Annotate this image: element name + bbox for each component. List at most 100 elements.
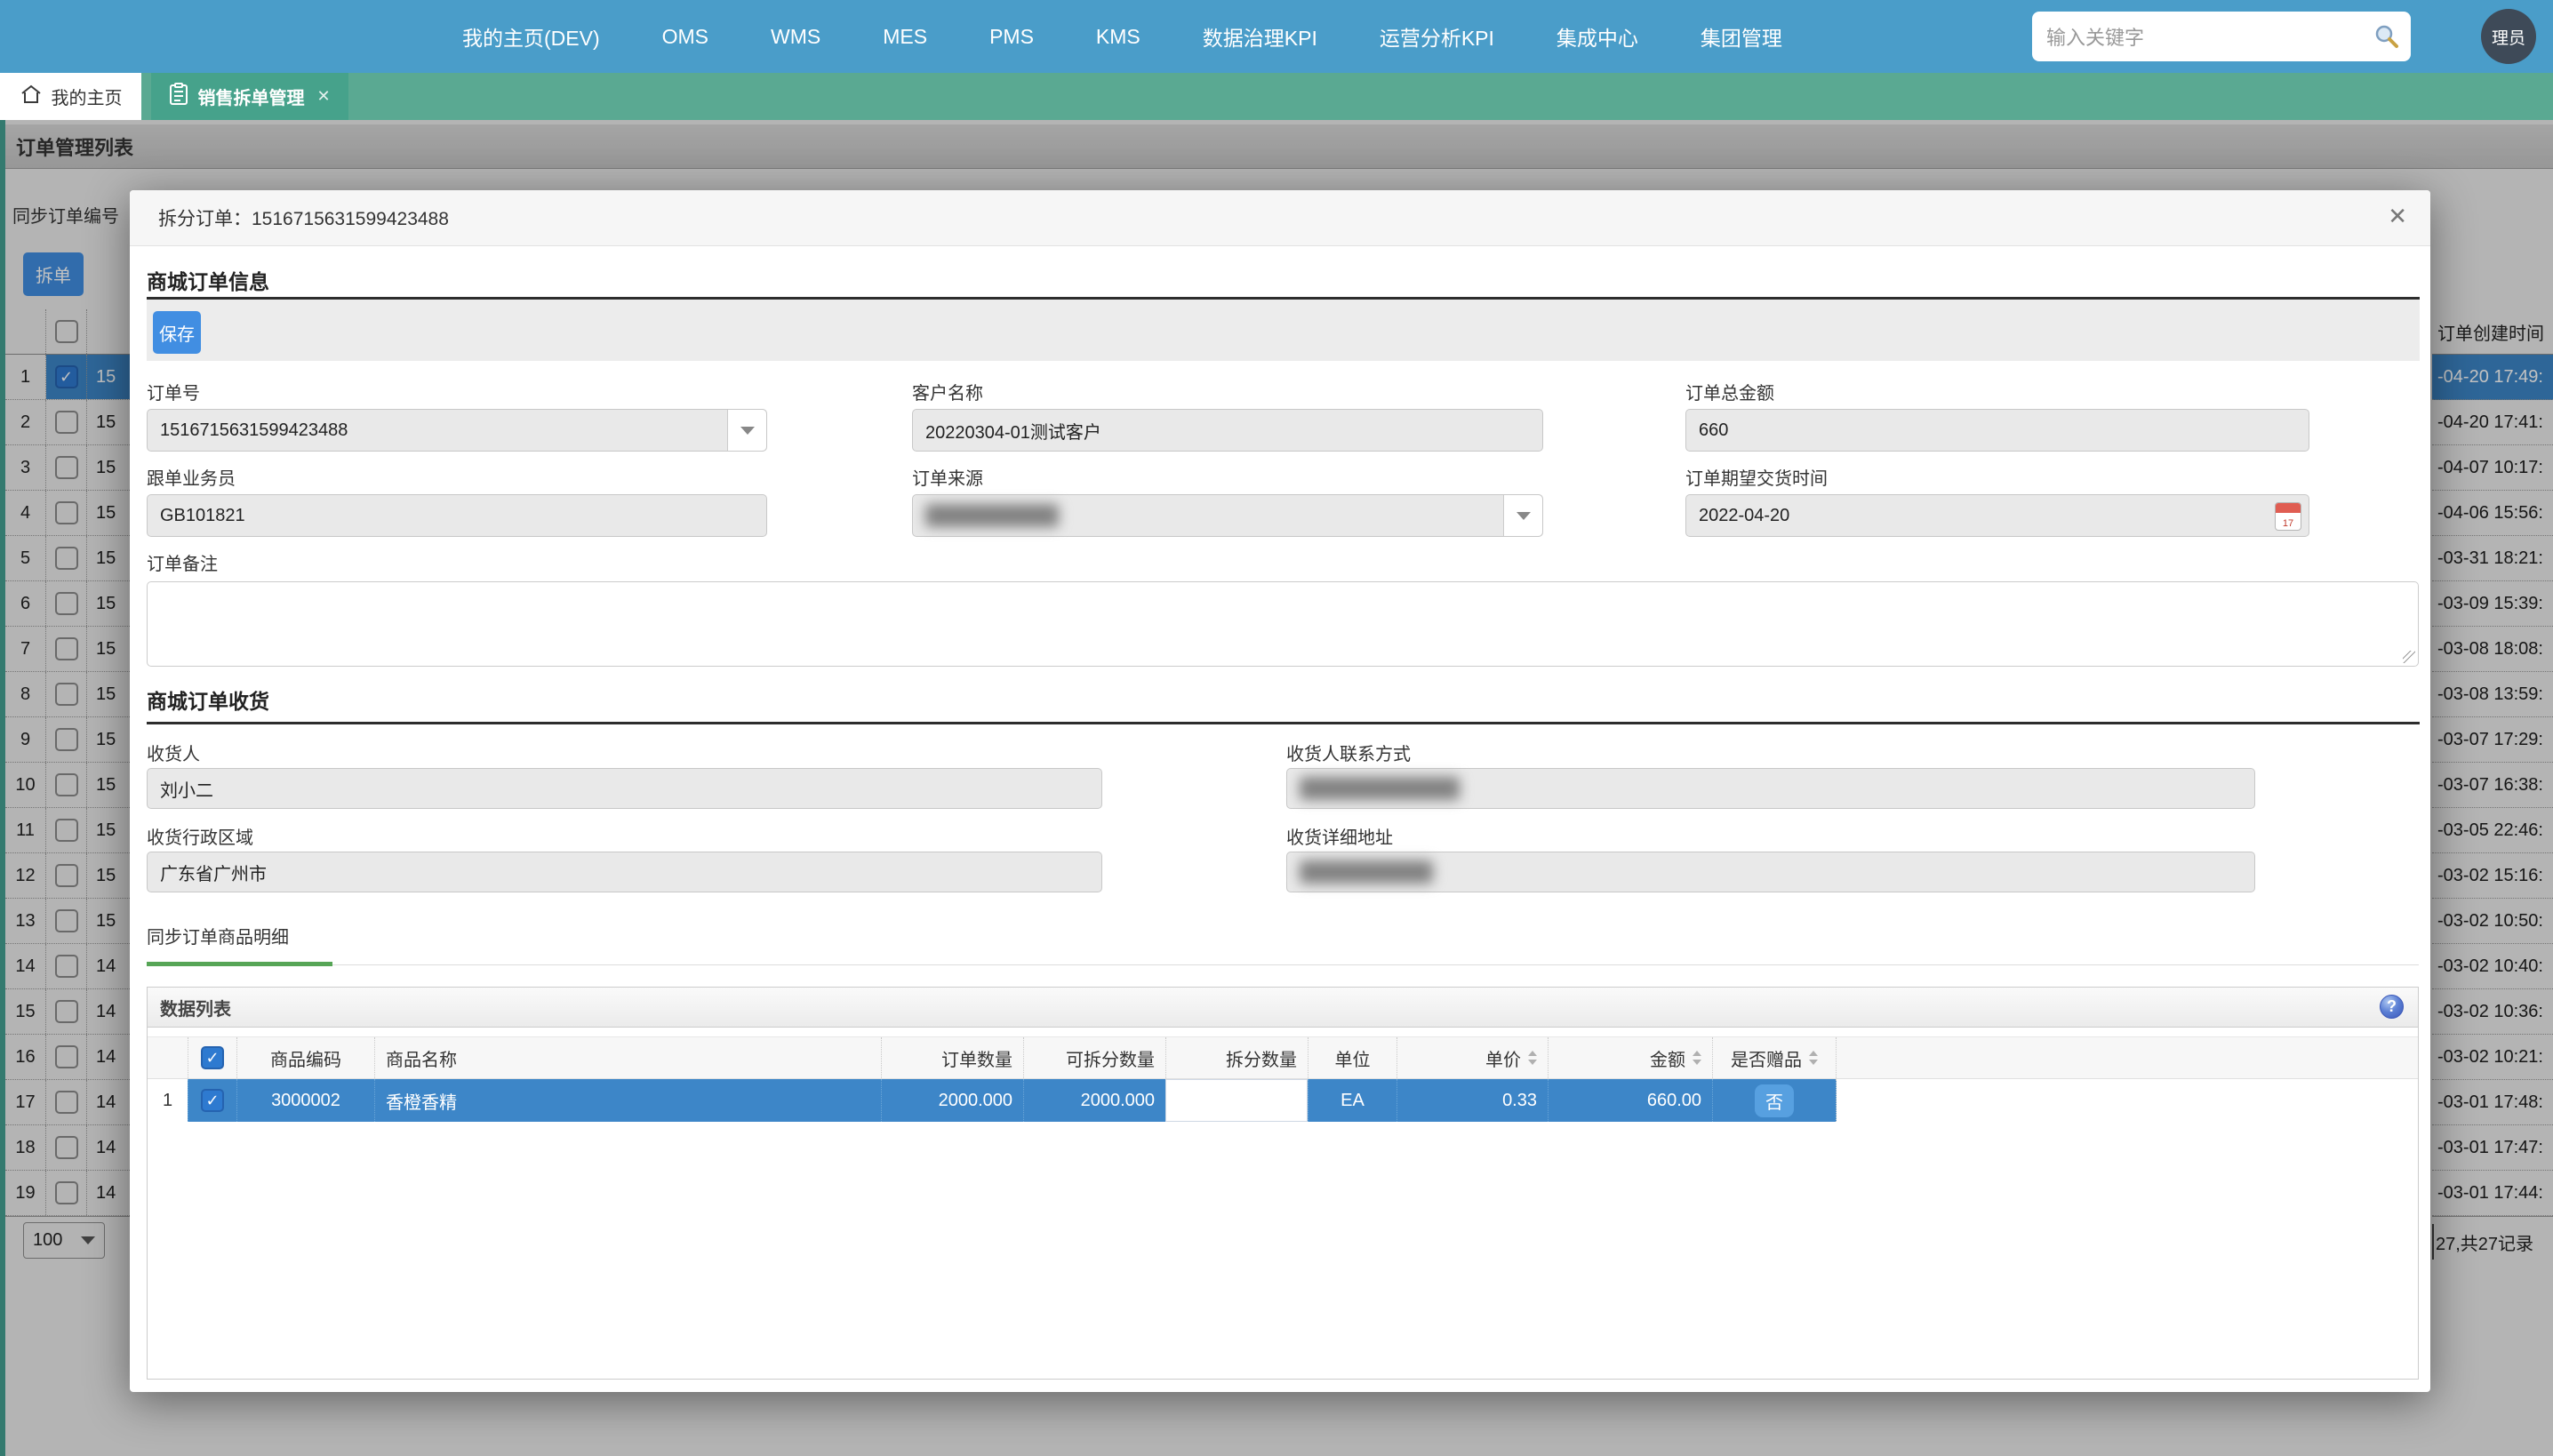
sort-icon[interactable]	[1693, 1051, 1701, 1065]
modal-close-icon[interactable]: ✕	[2388, 203, 2407, 230]
expected-delivery-field[interactable]: 2022-04-20	[1685, 494, 2309, 537]
items-table-header-row: ✓ 商品编码 商品名称 订单数量 可拆分数量拆分数量 单位 单价 金额是否赠品	[148, 1036, 2418, 1079]
customer-label: 客户名称	[912, 379, 983, 404]
chevron-down-icon[interactable]	[727, 410, 766, 451]
column-header[interactable]: 拆分数量	[1165, 1037, 1308, 1078]
sort-up-icon	[1693, 1051, 1701, 1056]
address-field[interactable]	[1286, 852, 2255, 892]
column-header-label: 单价	[1485, 1045, 1521, 1071]
section-shipping-title: 商城订单收货	[147, 684, 269, 715]
order-qty: 2000.000	[881, 1079, 1023, 1122]
is-gift: 否	[1712, 1079, 1837, 1122]
save-button[interactable]: 保存	[153, 311, 201, 354]
salesman-field[interactable]: GB101821	[147, 494, 767, 537]
select-all-checkbox[interactable]: ✓	[201, 1046, 224, 1069]
order-qty-value: 2000.000	[939, 1091, 1012, 1111]
chevron-down-icon[interactable]	[1503, 495, 1542, 536]
nav-item[interactable]: 我的主页(DEV)	[462, 21, 600, 52]
search-input[interactable]: 输入关键字	[2032, 22, 2373, 51]
panel-help[interactable]: ?	[2380, 995, 2404, 1019]
sort-down-icon	[1528, 1060, 1537, 1065]
row-checkbox-cell[interactable]: ✓	[188, 1079, 236, 1122]
receiver-label: 收货人	[147, 740, 200, 765]
expected-delivery-value: 2022-04-20	[1699, 506, 1789, 526]
split-qty-input[interactable]	[1165, 1079, 1308, 1122]
data-list-panel: 数据列表 ? ✓商品编码商品名称订单数量可拆分数量拆分数量单位单价金额是否赠品1…	[147, 987, 2419, 1380]
column-header[interactable]: 可拆分数量	[1023, 1037, 1165, 1078]
nav-item[interactable]: KMS	[1096, 25, 1140, 49]
tab-bar: 我的主页 销售拆单管理 ✕	[0, 73, 2553, 120]
tab-sync-order-detail[interactable]: 同步订单商品明细	[147, 923, 289, 948]
order-source-redacted-value	[925, 504, 1059, 527]
top-nav: 我的主页(DEV) OMS WMS MES PMS KMS 数据治理KPI 运营分析KPI 集成…	[0, 0, 2553, 73]
row-checkbox[interactable]: ✓	[201, 1089, 224, 1112]
column-header[interactable]: 订单数量	[881, 1037, 1023, 1078]
nav-item[interactable]: OMS	[662, 25, 708, 49]
total-amount-field[interactable]: 660	[1685, 409, 2309, 452]
resize-grip-icon[interactable]	[2403, 651, 2415, 663]
column-header-label: 单位	[1335, 1045, 1371, 1071]
product-code: 3000002	[236, 1079, 374, 1122]
document-icon	[169, 83, 188, 111]
column-header[interactable]: 单位	[1308, 1037, 1397, 1078]
column-header[interactable]: 是否赠品	[1712, 1037, 1837, 1078]
receiver-value: 刘小二	[160, 776, 213, 802]
remark-textarea[interactable]	[147, 581, 2419, 667]
column-header-label: 是否赠品	[1731, 1045, 1802, 1071]
avatar[interactable]: 理员	[2481, 9, 2536, 64]
sort-icon[interactable]	[1528, 1051, 1537, 1065]
column-header[interactable]: 金额	[1548, 1037, 1712, 1078]
total-amount-value: 660	[1699, 420, 1728, 441]
search-icon[interactable]	[2373, 23, 2400, 50]
nav-item[interactable]: PMS	[989, 25, 1034, 49]
active-tab-underline	[147, 962, 332, 966]
receiver-field[interactable]: 刘小二	[147, 768, 1102, 809]
column-header[interactable]: 单价	[1397, 1037, 1548, 1078]
column-header-label: 商品名称	[386, 1045, 457, 1071]
tab-divider	[147, 964, 2419, 965]
row-number-header	[148, 1037, 188, 1078]
amount: 660.00	[1548, 1079, 1712, 1122]
column-header[interactable]: 商品编码	[236, 1037, 374, 1078]
table-row[interactable]: 1✓3000002香橙香精2000.0002000.000EA0.33660.0…	[148, 1079, 2418, 1122]
nav-item[interactable]: 集团管理	[1701, 21, 1782, 52]
customer-field[interactable]: 20220304-01测试客户	[912, 409, 1543, 452]
region-field[interactable]: 广东省广州市	[147, 852, 1102, 892]
close-tab-icon[interactable]: ✕	[316, 87, 330, 106]
address-label: 收货详细地址	[1286, 823, 1393, 849]
nav-item[interactable]: WMS	[771, 25, 820, 49]
amount-value: 660.00	[1647, 1091, 1701, 1111]
total-amount-label: 订单总金额	[1685, 379, 1774, 404]
tab-label: 我的主页	[52, 84, 123, 109]
sort-down-icon	[1809, 1060, 1818, 1065]
splittable-qty: 2000.000	[1023, 1079, 1165, 1122]
global-search-box[interactable]: 输入关键字	[2032, 12, 2411, 61]
splittable-qty-value: 2000.000	[1081, 1091, 1155, 1111]
column-header-label: 商品编码	[270, 1045, 341, 1071]
screen: 我的主页(DEV) OMS WMS MES PMS KMS 数据治理KPI 运营分析KPI 集成…	[0, 0, 2553, 1456]
help-icon[interactable]: ?	[2380, 995, 2404, 1019]
nav-item[interactable]: MES	[883, 25, 927, 49]
sort-icon[interactable]	[1809, 1051, 1818, 1065]
row-number-value: 1	[163, 1091, 172, 1111]
column-header[interactable]: 商品名称	[374, 1037, 881, 1078]
product-name-value: 香橙香精	[386, 1088, 457, 1114]
region-label: 收货行政区域	[147, 823, 253, 849]
nav-item[interactable]: 数据治理KPI	[1203, 21, 1317, 52]
order-no-value: 1516715631599423488	[160, 420, 348, 441]
order-no-select[interactable]: 1516715631599423488	[147, 409, 767, 452]
calendar-icon[interactable]	[2275, 502, 2301, 531]
column-header-label: 可拆分数量	[1066, 1045, 1155, 1071]
order-source-select[interactable]	[912, 494, 1543, 537]
contact-redacted-value	[1300, 777, 1460, 800]
tab-home[interactable]: 我的主页	[0, 73, 141, 120]
address-redacted-value	[1300, 860, 1433, 884]
section-rule	[147, 722, 2420, 724]
nav-item[interactable]: 运营分析KPI	[1380, 21, 1494, 52]
order-source-label: 订单来源	[912, 464, 983, 490]
contact-field[interactable]	[1286, 768, 2255, 809]
tab-sales-split[interactable]: 销售拆单管理 ✕	[151, 73, 348, 120]
home-icon	[20, 84, 43, 110]
row-number: 1	[148, 1079, 188, 1122]
nav-item[interactable]: 集成中心	[1557, 21, 1638, 52]
